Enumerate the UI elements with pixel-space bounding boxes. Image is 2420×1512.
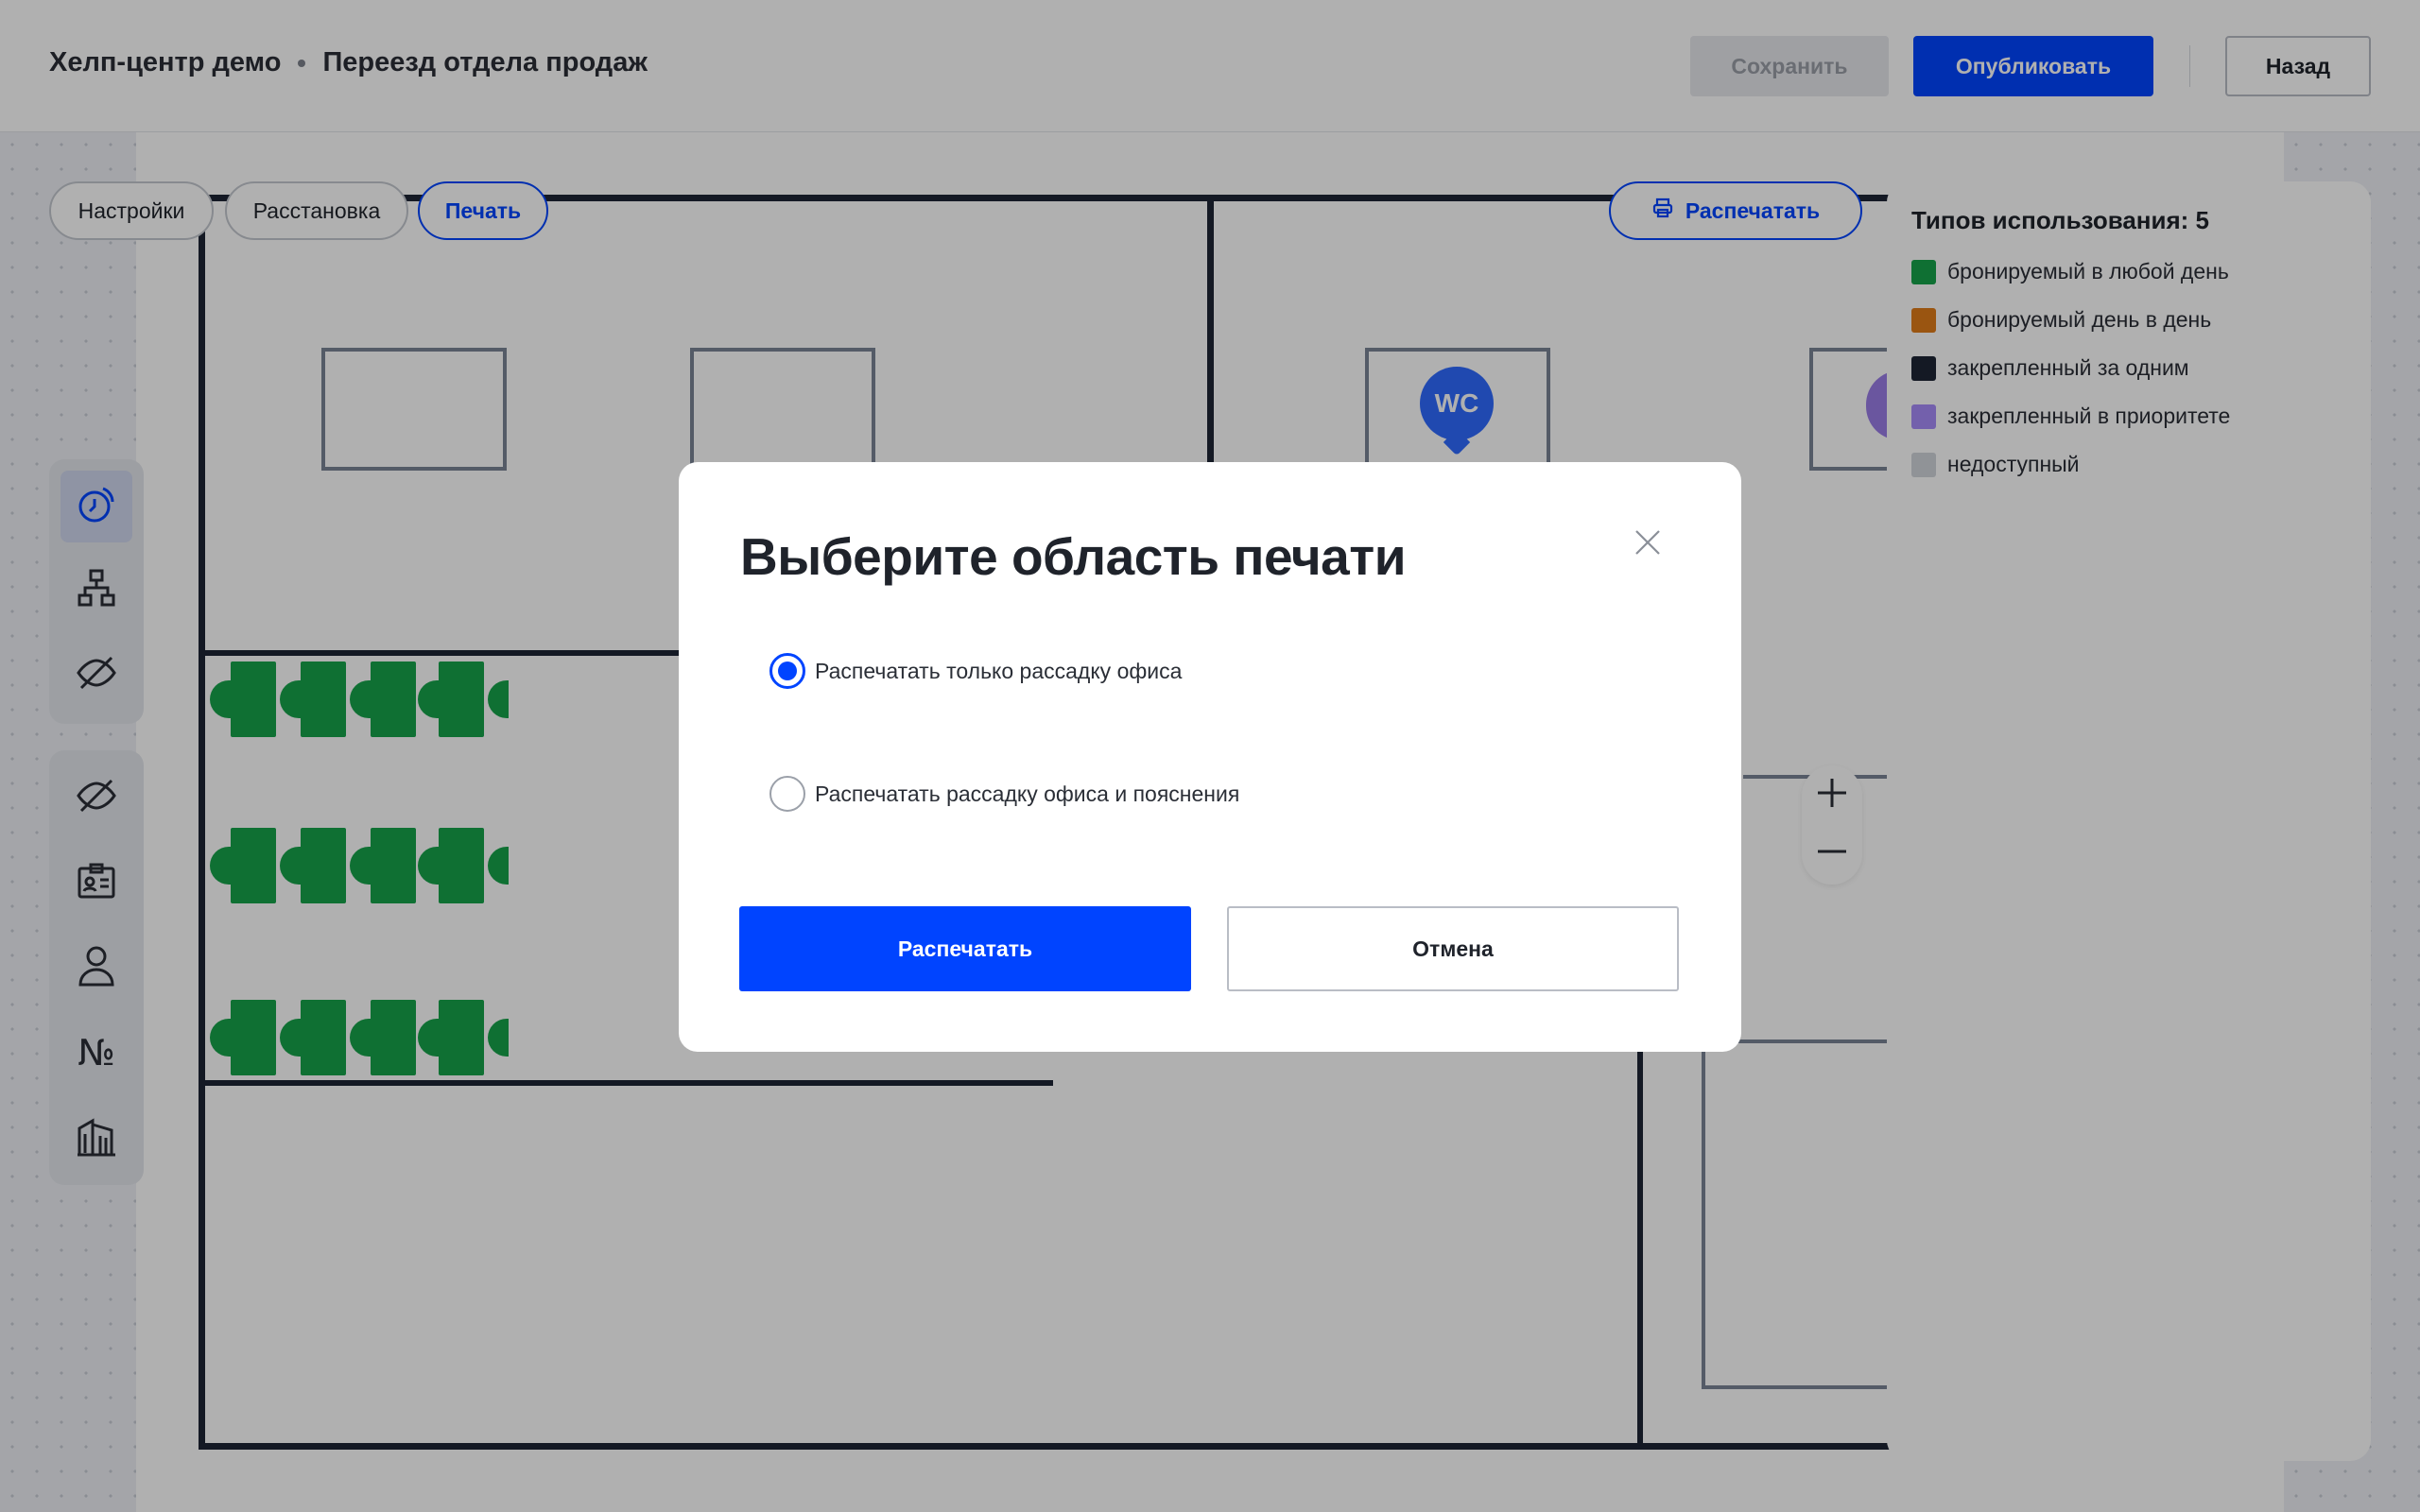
- print-area-dialog: Выберите область печати Распечатать толь…: [679, 462, 1741, 1052]
- dialog-title: Выберите область печати: [740, 527, 1407, 586]
- option-label: Распечатать рассадку офиса и пояснения: [815, 781, 1240, 806]
- radio-checked[interactable]: [769, 653, 805, 689]
- cancel-button[interactable]: Отмена: [1227, 906, 1679, 991]
- close-button[interactable]: [1630, 526, 1666, 562]
- radio-unchecked[interactable]: [769, 776, 805, 812]
- option-layout-only[interactable]: Распечатать только рассадку офиса: [769, 653, 1182, 689]
- close-icon: [1634, 529, 1661, 560]
- option-layout-and-notes[interactable]: Распечатать рассадку офиса и пояснения: [769, 776, 1239, 812]
- confirm-print-button[interactable]: Распечатать: [739, 906, 1191, 991]
- option-label: Распечатать только рассадку офиса: [815, 658, 1183, 683]
